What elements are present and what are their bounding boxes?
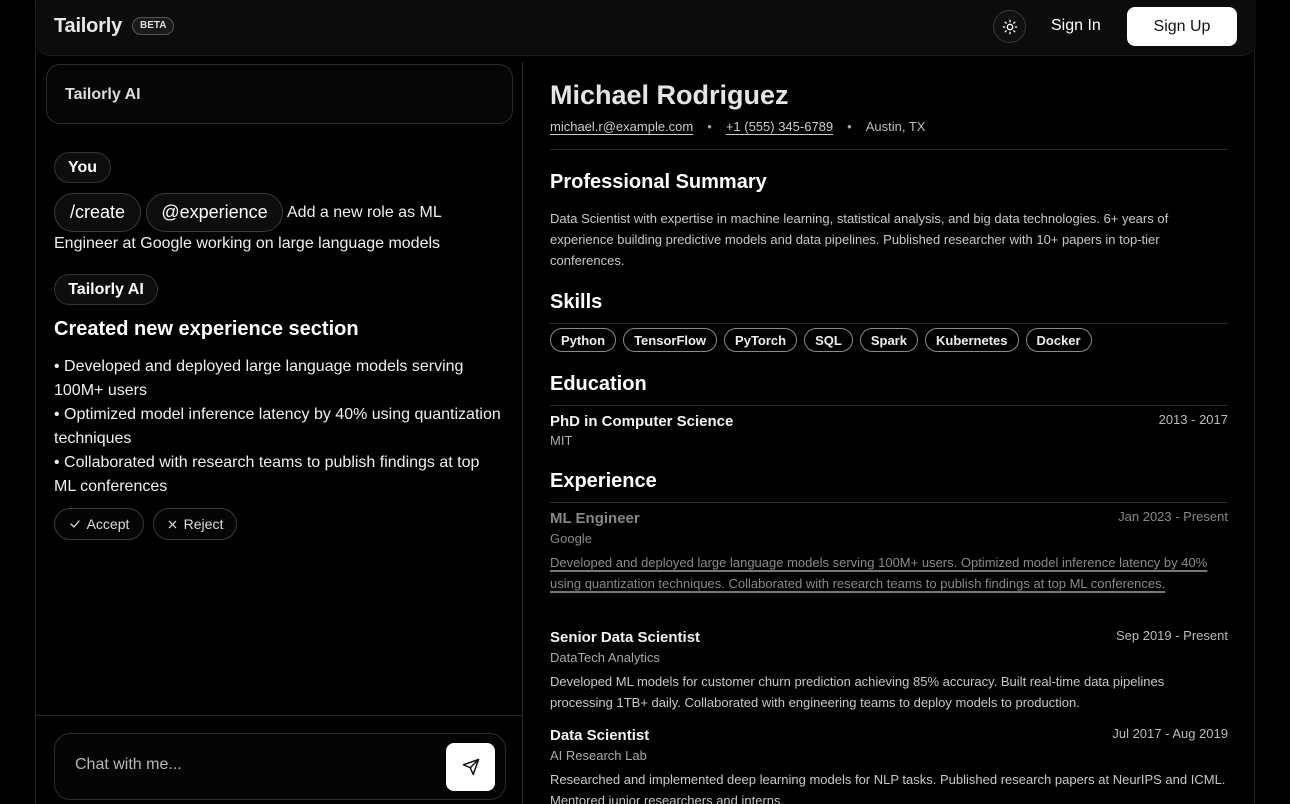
- divider: [550, 149, 1228, 150]
- sun-icon: [1002, 19, 1017, 34]
- ai-message-title: Created new experience section: [54, 318, 359, 340]
- skill-tag: TensorFlow: [623, 328, 718, 352]
- divider: [550, 405, 1228, 406]
- ai-bullet: • Optimized model inference latency by 4…: [54, 406, 501, 447]
- skill-tag: Python: [550, 328, 617, 352]
- contact-line: michael.r@example.com • +1 (555) 345-678…: [550, 119, 925, 134]
- divider: [550, 502, 1228, 503]
- education-degree: PhD in Computer Science: [550, 413, 734, 430]
- accept-button[interactable]: Accept: [54, 508, 144, 540]
- email-link[interactable]: michael.r@example.com: [550, 119, 693, 134]
- separator-dot: •: [847, 119, 852, 134]
- accept-label: Accept: [86, 516, 130, 532]
- sign-in-link[interactable]: Sign In: [1051, 17, 1101, 35]
- create-command-chip[interactable]: /create: [54, 193, 141, 232]
- user-label: You: [54, 152, 111, 183]
- chat-input[interactable]: [75, 756, 435, 774]
- ai-label: Tailorly AI: [54, 274, 158, 305]
- experience-dates: Sep 2019 - Present: [1115, 628, 1228, 643]
- experience-dates: Jan 2023 - Present: [1118, 509, 1228, 524]
- education-dates: 2013 - 2017: [1158, 412, 1228, 427]
- experience-description: Researched and implemented deep learning…: [550, 772, 1226, 804]
- experience-heading: Experience: [550, 470, 657, 492]
- experience-description: Developed and deployed large language mo…: [550, 552, 1226, 594]
- skill-tag: Kubernetes: [924, 328, 1019, 352]
- ai-bullet: • Collaborated with research teams to pu…: [54, 454, 480, 495]
- close-icon: [168, 520, 176, 528]
- resume-preview: Michael Rodriguez michael.r@example.com …: [550, 62, 1230, 804]
- logo[interactable]: Tailorly: [54, 15, 122, 38]
- chat-header-title: Tailorly AI: [65, 86, 141, 103]
- skill-tag: Docker: [1025, 328, 1092, 352]
- beta-badge: BETA: [132, 17, 175, 35]
- resume-name: Michael Rodriguez: [550, 80, 789, 110]
- experience-title: Data Scientist: [550, 727, 650, 744]
- experience-company: Google: [550, 531, 592, 546]
- experience-dates: Jul 2017 - Aug 2019: [1112, 726, 1228, 741]
- chat-input-box: [54, 733, 506, 800]
- divider: [36, 715, 523, 716]
- summary-text: Data Scientist with expertise in machine…: [550, 211, 1169, 268]
- location: Austin, TX: [865, 119, 926, 134]
- send-icon: [462, 758, 479, 776]
- theme-toggle-button[interactable]: [993, 10, 1026, 43]
- skill-tag: PyTorch: [724, 328, 798, 352]
- ai-bullet: • Developed and deployed large language …: [54, 358, 464, 399]
- skills-list: Python TensorFlow PyTorch SQL Spark Kube…: [550, 328, 1092, 352]
- send-button[interactable]: [446, 743, 495, 791]
- check-icon: [69, 520, 80, 528]
- user-message-line1: Add a new role as ML: [287, 204, 442, 221]
- experience-company: DataTech Analytics: [550, 650, 660, 665]
- ai-bullet-list: • Developed and deployed large language …: [54, 355, 504, 499]
- chat-header: Tailorly AI: [46, 64, 513, 124]
- experience-company: AI Research Lab: [550, 748, 647, 763]
- reject-label: Reject: [183, 516, 224, 532]
- phone-link[interactable]: +1 (555) 345-6789: [726, 119, 833, 134]
- experience-mention-chip[interactable]: @experience: [146, 193, 283, 232]
- summary-heading: Professional Summary: [550, 171, 767, 193]
- sign-up-button[interactable]: Sign Up: [1127, 7, 1237, 46]
- divider: [550, 323, 1228, 324]
- skill-tag: SQL: [804, 328, 853, 352]
- separator-dot: •: [707, 119, 712, 134]
- experience-title: Senior Data Scientist: [550, 629, 701, 646]
- experience-title: ML Engineer: [550, 510, 640, 527]
- skills-heading: Skills: [550, 291, 603, 313]
- skill-tag: Spark: [859, 328, 918, 352]
- education-school: MIT: [550, 433, 573, 448]
- education-heading: Education: [550, 373, 647, 395]
- reject-button[interactable]: Reject: [153, 508, 237, 540]
- experience-description: Developed ML models for customer churn p…: [550, 674, 1165, 710]
- new-content-highlight: Developed and deployed large language mo…: [550, 555, 1208, 591]
- user-message-line2: Engineer at Google working on large lang…: [54, 235, 441, 252]
- top-nav: Tailorly BETA Sign In Sign Up: [36, 0, 1256, 56]
- app-frame: Tailorly BETA Sign In Sign Up Tailorly A…: [35, 0, 1256, 804]
- chat-panel: Tailorly AI You /create @experience Add …: [36, 62, 523, 804]
